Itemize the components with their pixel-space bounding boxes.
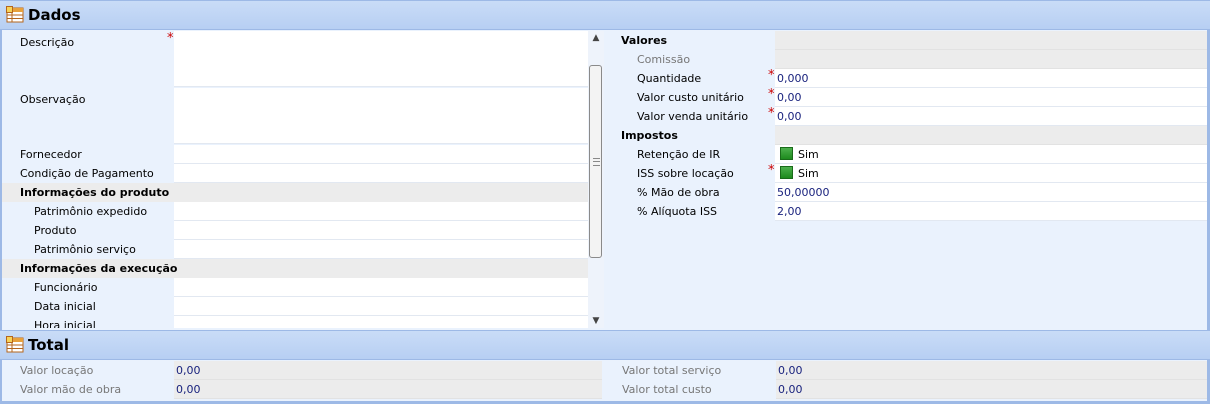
- grip-icon: [593, 158, 600, 166]
- row-data-inicial: Data inicial: [2, 297, 588, 316]
- funcionario-field[interactable]: [174, 278, 588, 297]
- row-valor-total-custo: Valor total custo 0,00: [606, 380, 1207, 399]
- required-marker-valor-venda: *: [768, 106, 775, 121]
- row-funcionario: Funcionário: [2, 278, 588, 297]
- descricao-field[interactable]: [174, 31, 588, 87]
- hora-inicial-field[interactable]: [174, 316, 588, 328]
- fornecedor-field[interactable]: [174, 145, 588, 164]
- row-mao-obra: % Mão de obra 50,00000: [605, 183, 1207, 202]
- row-valor-venda-unitario: Valor venda unitário * 0,00: [605, 106, 1207, 126]
- iss-locacao-field[interactable]: Sim: [775, 164, 1207, 183]
- section-header-total[interactable]: Total: [0, 330, 1210, 360]
- mao-obra-field[interactable]: 50,00000: [775, 183, 1207, 202]
- checkbox-checked-icon[interactable]: [780, 166, 793, 179]
- patrimonio-expedido-field[interactable]: [174, 202, 588, 221]
- group-label-informacoes-execucao: Informações da execução: [20, 262, 178, 275]
- label-valor-total-custo: Valor total custo: [622, 383, 712, 396]
- label-aliquota-iss: % Alíquota ISS: [637, 205, 718, 218]
- valor-locacao-value: 0,00: [174, 361, 602, 380]
- group-impostos-bar: [775, 126, 1207, 145]
- left-panel-scrollbar[interactable]: ▲ ▼: [588, 31, 604, 328]
- group-impostos[interactable]: Impostos: [605, 126, 1207, 145]
- group-valores-bar: [775, 31, 1207, 50]
- row-retencao-ir: Retenção de IR Sim: [605, 145, 1207, 164]
- section-title-dados: Dados: [28, 6, 81, 24]
- table-icon: [6, 336, 24, 354]
- label-hora-inicial: Hora inicial: [34, 319, 96, 328]
- valor-total-servico-value: 0,00: [776, 361, 1207, 380]
- valor-total-custo-value: 0,00: [776, 380, 1207, 399]
- quantidade-field[interactable]: 0,000: [775, 69, 1207, 88]
- section-header-dados[interactable]: Dados: [0, 0, 1210, 30]
- label-descricao: Descrição: [20, 36, 75, 49]
- label-mao-obra: % Mão de obra: [637, 186, 720, 199]
- aliquota-iss-field[interactable]: 2,00: [775, 202, 1207, 221]
- label-comissao: Comissão: [637, 53, 691, 66]
- label-funcionario: Funcionário: [34, 281, 98, 294]
- patrimonio-servico-field[interactable]: [174, 240, 588, 259]
- group-label-impostos: Impostos: [621, 129, 678, 142]
- group-label-valores: Valores: [621, 34, 668, 47]
- row-valor-mao-obra: Valor mão de obra 0,00: [2, 380, 602, 399]
- scroll-thumb[interactable]: [589, 65, 602, 258]
- label-fornecedor: Fornecedor: [20, 148, 82, 161]
- label-quantidade: Quantidade: [637, 72, 702, 85]
- label-valor-total-servico: Valor total serviço: [622, 364, 722, 377]
- row-patrimonio-expedido: Patrimônio expedido: [2, 202, 588, 221]
- valor-mao-obra-value: 0,00: [174, 380, 602, 399]
- label-produto: Produto: [34, 224, 77, 237]
- produto-field[interactable]: [174, 221, 588, 240]
- row-iss-locacao: ISS sobre locação * Sim: [605, 163, 1207, 183]
- label-valor-custo-unitario: Valor custo unitário: [637, 91, 744, 104]
- row-valor-custo-unitario: Valor custo unitário * 0,00: [605, 87, 1207, 107]
- label-retencao-ir: Retenção de IR: [637, 148, 721, 161]
- left-property-panel: Descrição * Observação Fornecedor Condiç…: [2, 31, 588, 328]
- label-valor-locacao: Valor locação: [20, 364, 94, 377]
- right-property-panel: Valores Comissão Quantidade * 0,000 Valo…: [605, 31, 1207, 328]
- group-informacoes-produto[interactable]: Informações do produto: [2, 183, 588, 202]
- label-data-inicial: Data inicial: [34, 300, 96, 313]
- label-observacao: Observação: [20, 93, 86, 106]
- row-produto: Produto: [2, 221, 588, 240]
- section-title-total: Total: [28, 336, 69, 354]
- retencao-ir-value: Sim: [798, 148, 819, 161]
- required-marker-valor-custo: *: [768, 87, 775, 102]
- row-fornecedor: Fornecedor: [2, 145, 588, 164]
- data-inicial-field[interactable]: [174, 297, 588, 316]
- row-quantidade: Quantidade * 0,000: [605, 68, 1207, 88]
- observacao-field[interactable]: [174, 88, 588, 144]
- checkbox-checked-icon[interactable]: [780, 147, 793, 160]
- label-patrimonio-expedido: Patrimônio expedido: [34, 205, 148, 218]
- comissao-field: [775, 50, 1207, 69]
- label-iss-locacao: ISS sobre locação: [637, 167, 734, 180]
- label-valor-mao-obra: Valor mão de obra: [20, 383, 122, 396]
- retencao-ir-field[interactable]: Sim: [775, 145, 1207, 164]
- row-aliquota-iss: % Alíquota ISS 2,00: [605, 202, 1207, 221]
- row-valor-locacao: Valor locação 0,00: [2, 361, 602, 380]
- scroll-up-arrow-icon[interactable]: ▲: [588, 31, 604, 45]
- required-marker-descricao: *: [167, 31, 174, 46]
- row-condicao-pagamento: Condição de Pagamento: [2, 164, 588, 183]
- valor-venda-unitario-field[interactable]: 0,00: [775, 107, 1207, 126]
- scroll-down-arrow-icon[interactable]: ▼: [588, 314, 604, 328]
- label-condicao-pagamento: Condição de Pagamento: [20, 167, 154, 180]
- iss-locacao-value: Sim: [798, 167, 819, 180]
- row-comissao: Comissão: [605, 50, 1207, 69]
- valor-custo-unitario-field[interactable]: 0,00: [775, 88, 1207, 107]
- group-informacoes-execucao[interactable]: Informações da execução: [2, 259, 588, 278]
- row-hora-inicial: Hora inicial: [2, 316, 588, 328]
- row-valor-total-servico: Valor total serviço 0,00: [606, 361, 1207, 380]
- condicao-pagamento-field[interactable]: [174, 164, 588, 183]
- required-marker-iss-locacao: *: [768, 163, 775, 178]
- table-icon: [6, 6, 24, 24]
- row-patrimonio-servico: Patrimônio serviço: [2, 240, 588, 259]
- label-patrimonio-servico: Patrimônio serviço: [34, 243, 136, 256]
- group-label-informacoes-produto: Informações do produto: [20, 186, 170, 199]
- group-valores[interactable]: Valores: [605, 31, 1207, 50]
- required-marker-quantidade: *: [768, 68, 775, 83]
- label-valor-venda-unitario: Valor venda unitário: [637, 110, 749, 123]
- total-panel: Valor locação 0,00 Valor mão de obra 0,0…: [2, 361, 1207, 401]
